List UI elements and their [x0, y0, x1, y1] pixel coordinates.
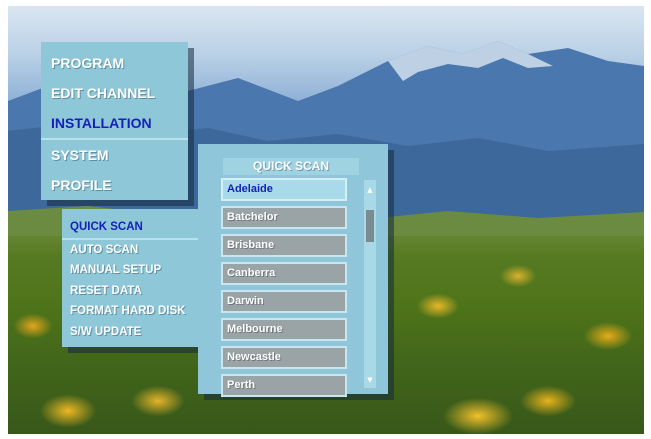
installation-submenu: QUICK SCAN AUTO SCAN MANUAL SETUP RESET …: [62, 209, 208, 347]
tv-screen: PROGRAM EDIT CHANNEL INSTALLATION SYSTEM…: [8, 6, 644, 434]
menu-item-profile[interactable]: PROFILE: [41, 170, 188, 200]
submenu-item-auto-scan[interactable]: AUTO SCAN: [62, 240, 208, 261]
triangle-down-icon[interactable]: ▼: [364, 374, 376, 386]
city-item-adelaide[interactable]: Adelaide: [221, 178, 347, 201]
city-item-perth[interactable]: Perth: [221, 374, 347, 397]
menu-item-program[interactable]: PROGRAM: [41, 48, 188, 78]
city-item-canberra[interactable]: Canberra: [221, 262, 347, 285]
menu-item-edit-channel[interactable]: EDIT CHANNEL: [41, 78, 188, 108]
triangle-up-icon[interactable]: ▲: [364, 184, 376, 196]
list-scrollbar[interactable]: ▲ ▼: [364, 180, 376, 388]
city-list: Adelaide Batchelor Brisbane Canberra Dar…: [221, 178, 347, 402]
city-item-batchelor[interactable]: Batchelor: [221, 206, 347, 229]
menu-item-installation[interactable]: INSTALLATION: [41, 108, 188, 140]
menu-item-system[interactable]: SYSTEM: [41, 140, 188, 170]
city-item-darwin[interactable]: Darwin: [221, 290, 347, 313]
submenu-item-quick-scan[interactable]: QUICK SCAN: [62, 217, 208, 240]
submenu-item-sw-update[interactable]: S/W UPDATE: [62, 322, 208, 343]
quick-scan-title: QUICK SCAN: [223, 158, 359, 175]
scrollbar-thumb[interactable]: [366, 210, 374, 242]
city-item-newcastle[interactable]: Newcastle: [221, 346, 347, 369]
submenu-item-reset-data[interactable]: RESET DATA: [62, 281, 208, 302]
main-menu: PROGRAM EDIT CHANNEL INSTALLATION SYSTEM…: [41, 42, 188, 200]
submenu-item-format-hard-disk[interactable]: FORMAT HARD DISK: [62, 301, 208, 322]
city-item-brisbane[interactable]: Brisbane: [221, 234, 347, 257]
submenu-item-manual-setup[interactable]: MANUAL SETUP: [62, 260, 208, 281]
city-item-melbourne[interactable]: Melbourne: [221, 318, 347, 341]
quick-scan-panel: QUICK SCAN Adelaide Batchelor Brisbane C…: [198, 144, 388, 397]
